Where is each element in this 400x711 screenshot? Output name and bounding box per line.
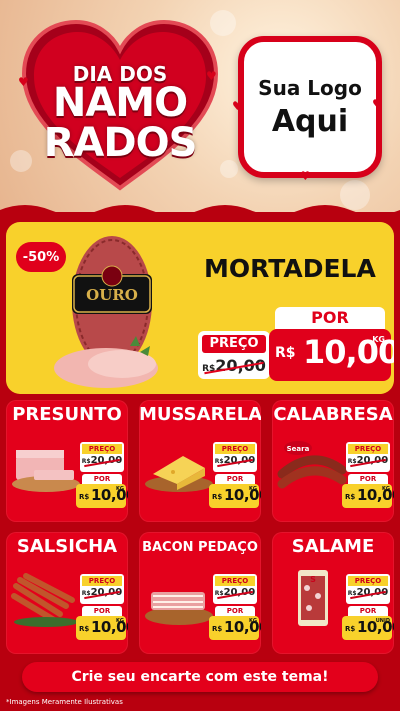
- new-price-tag: R$ 10,00 KG: [76, 484, 128, 508]
- logo-text-line2: Aqui: [271, 104, 349, 139]
- new-price-tag: R$ 10,00 KG: [269, 329, 394, 381]
- featured-product-card[interactable]: OURO -50% MORTADELA PREÇO R$20,00 POR R$…: [6, 222, 394, 394]
- price-label: PREÇO: [215, 444, 255, 454]
- old-price-tag: PREÇO R$20,00: [80, 574, 124, 604]
- unit-label: KG: [116, 618, 124, 624]
- logo-placeholder: Sua Logo Aqui: [238, 36, 382, 178]
- title-line-2: NAMO: [52, 80, 188, 126]
- brand-label: OURO: [86, 286, 138, 304]
- por-label: POR: [82, 606, 122, 616]
- small-heart-icon: ♥: [372, 97, 383, 111]
- currency: R$: [275, 345, 296, 361]
- currency: R$: [212, 625, 223, 633]
- currency: R$: [345, 625, 356, 633]
- currency: R$: [79, 493, 90, 501]
- svg-text:S: S: [310, 575, 316, 584]
- title-heart-badge: DIA DOS NAMO RADOS: [20, 18, 220, 196]
- card-presunto[interactable]: PRESUNTO PREÇO R$20,00 POR R$ 10,00 KG: [6, 400, 128, 522]
- footnote: *Imagens Meramente Ilustrativas: [6, 698, 123, 706]
- logo-text-line1: Sua Logo: [258, 76, 362, 100]
- small-heart-icon: ♥: [232, 99, 243, 113]
- product-name: SALSICHA: [16, 536, 118, 557]
- product-name: PRESUNTO: [12, 404, 122, 425]
- product-image: [11, 573, 78, 627]
- old-price-tag: PREÇO R$20,00: [346, 442, 390, 472]
- price-label: PREÇO: [82, 576, 122, 586]
- wave-divider: [0, 205, 400, 222]
- price-label: PREÇO: [348, 444, 388, 454]
- product-name: MUSSARELA: [139, 404, 261, 425]
- product-image: [145, 456, 213, 492]
- unit-label: UNID: [375, 618, 390, 624]
- svg-text:Seara: Seara: [287, 445, 310, 453]
- por-label: POR: [215, 474, 255, 484]
- unit-label: KG: [372, 335, 385, 344]
- card-mussarela[interactable]: MUSSARELA PREÇO R$20,00 POR R$ 10,00 KG: [139, 400, 261, 522]
- unit-label: KG: [382, 486, 390, 492]
- product-name: SALAME: [291, 536, 375, 557]
- por-label: POR: [215, 606, 255, 616]
- currency: R$: [345, 493, 356, 501]
- currency: R$: [79, 625, 90, 633]
- new-price-tag: R$ 10,00 KG: [342, 484, 394, 508]
- price-label: PREÇO: [348, 576, 388, 586]
- bokeh-light: [220, 160, 238, 178]
- new-price-tag: R$ 10,00 KG: [76, 616, 128, 640]
- old-price-tag: PREÇO R$20,00: [213, 574, 257, 604]
- unit-label: KG: [249, 486, 257, 492]
- title-line-3: RADOS: [43, 120, 198, 166]
- small-heart-icon: ♥: [300, 169, 311, 183]
- product-image: [12, 450, 80, 492]
- old-price-tag: PREÇO R$20,00: [80, 442, 124, 472]
- mortadela-image: OURO: [54, 236, 158, 388]
- product-image: [145, 592, 213, 625]
- unit-label: KG: [116, 486, 124, 492]
- card-calabresa[interactable]: CALABRESA Seara PREÇO R$20,00 POR R$ 10,…: [272, 400, 394, 522]
- card-bacon-pedaco[interactable]: BACON PEDAÇO PREÇO R$20,00 POR R$ 10,00 …: [139, 532, 261, 654]
- small-heart-icon: ♥: [18, 75, 29, 89]
- create-flyer-banner[interactable]: Crie seu encarte com este tema!: [22, 662, 378, 692]
- price-label: PREÇO: [215, 576, 255, 586]
- old-price-tag: PREÇO R$20,00: [213, 442, 257, 472]
- price-label: PREÇO: [202, 335, 266, 353]
- product-name: BACON PEDAÇO: [142, 540, 258, 555]
- price-label: PREÇO: [82, 444, 122, 454]
- old-price-tag: PREÇO R$20,00: [346, 574, 390, 604]
- new-price-tag: R$ 10,00 UNID: [342, 616, 394, 640]
- discount-badge: -50%: [16, 242, 66, 272]
- new-price-tag: R$ 10,00 KG: [209, 616, 261, 640]
- currency: R$: [212, 493, 223, 501]
- por-label: POR: [82, 474, 122, 484]
- small-heart-icon: ♥: [206, 69, 217, 83]
- product-image: S: [298, 570, 328, 626]
- card-salsicha[interactable]: SALSICHA PREÇO R$20,00 POR R$ 10,00 KG: [6, 532, 128, 654]
- header-banner: DIA DOS NAMO RADOS Sua Logo Aqui ♥ ♥ ♥ ♥…: [0, 0, 400, 212]
- unit-label: KG: [249, 618, 257, 624]
- por-label: POR: [275, 307, 385, 329]
- product-name: CALABRESA: [273, 404, 393, 425]
- featured-product-name: MORTADELA: [204, 254, 376, 283]
- card-salame[interactable]: SALAME S PREÇO R$20,00 POR R$ 10,00 UNID: [272, 532, 394, 654]
- new-price-tag: R$ 10,00 KG: [209, 484, 261, 508]
- old-price-tag: PREÇO R$20,00: [198, 331, 270, 379]
- product-image: Seara: [277, 441, 347, 489]
- por-label: POR: [348, 474, 388, 484]
- por-label: POR: [348, 606, 388, 616]
